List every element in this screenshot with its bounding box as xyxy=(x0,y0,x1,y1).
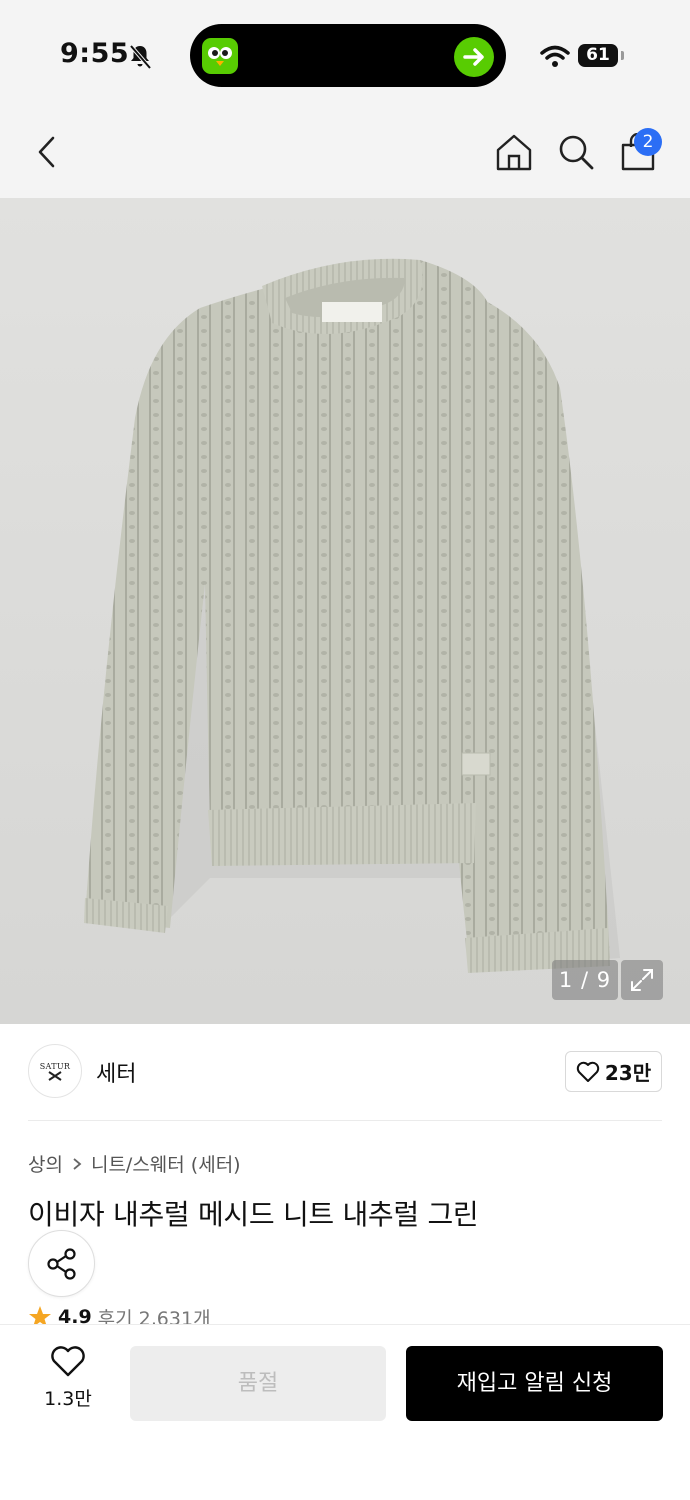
heart-outline-icon xyxy=(51,1346,85,1377)
breadcrumb-category[interactable]: 상의 xyxy=(28,1150,63,1177)
brand-logo[interactable]: SATUR xyxy=(28,1044,82,1098)
share-button[interactable] xyxy=(28,1230,95,1297)
arrow-right-icon[interactable] xyxy=(454,37,494,77)
search-button[interactable] xyxy=(552,128,600,176)
brand-logo-text: SATUR xyxy=(39,1061,71,1071)
brand-emblem xyxy=(48,1070,62,1081)
wifi-icon xyxy=(540,45,570,67)
chevron-left-icon xyxy=(38,136,55,168)
search-icon xyxy=(559,135,594,170)
breadcrumb-subcategory[interactable]: 니트/스웨터 (세터) xyxy=(91,1150,241,1177)
status-bar: 9:55 61 xyxy=(0,0,690,106)
cart-badge: 2 xyxy=(634,128,662,156)
wishlist-count: 1.3만 xyxy=(44,1388,92,1410)
chevron-right-icon xyxy=(73,1157,82,1170)
nav-bar xyxy=(0,106,690,198)
brand-name[interactable]: 세터 xyxy=(96,1056,136,1088)
expand-button[interactable] xyxy=(621,960,663,1000)
duolingo-app-icon xyxy=(202,38,238,74)
wishlist-button[interactable]: 1.3만 xyxy=(32,1346,104,1418)
home-icon xyxy=(496,134,532,171)
product-image[interactable] xyxy=(0,198,690,1024)
restock-alert-button[interactable]: 재입고 알림 신청 xyxy=(406,1346,663,1421)
soldout-button: 품절 xyxy=(130,1346,386,1421)
divider xyxy=(28,1120,662,1121)
brand-like-count: 23만 xyxy=(604,1061,652,1085)
heart-outline-icon xyxy=(576,1061,600,1082)
bell-slash-icon xyxy=(129,44,152,70)
back-button[interactable] xyxy=(24,128,72,176)
expand-icon xyxy=(631,969,653,991)
status-time: 9:55 xyxy=(60,38,130,69)
brand-like-button[interactable]: 23만 xyxy=(565,1051,662,1092)
product-title: 이비자 내추럴 메시드 니트 내추럴 그린 xyxy=(28,1198,479,1231)
home-button[interactable] xyxy=(490,128,538,176)
battery-cap xyxy=(621,51,624,60)
dynamic-island[interactable] xyxy=(190,24,506,87)
sweater-photo xyxy=(84,258,620,973)
share-icon xyxy=(46,1247,76,1280)
breadcrumb: 상의 니트/스웨터 (세터) xyxy=(28,1150,241,1177)
battery-icon: 61 xyxy=(578,44,618,67)
image-counter: 1 / 9 xyxy=(552,960,618,1000)
